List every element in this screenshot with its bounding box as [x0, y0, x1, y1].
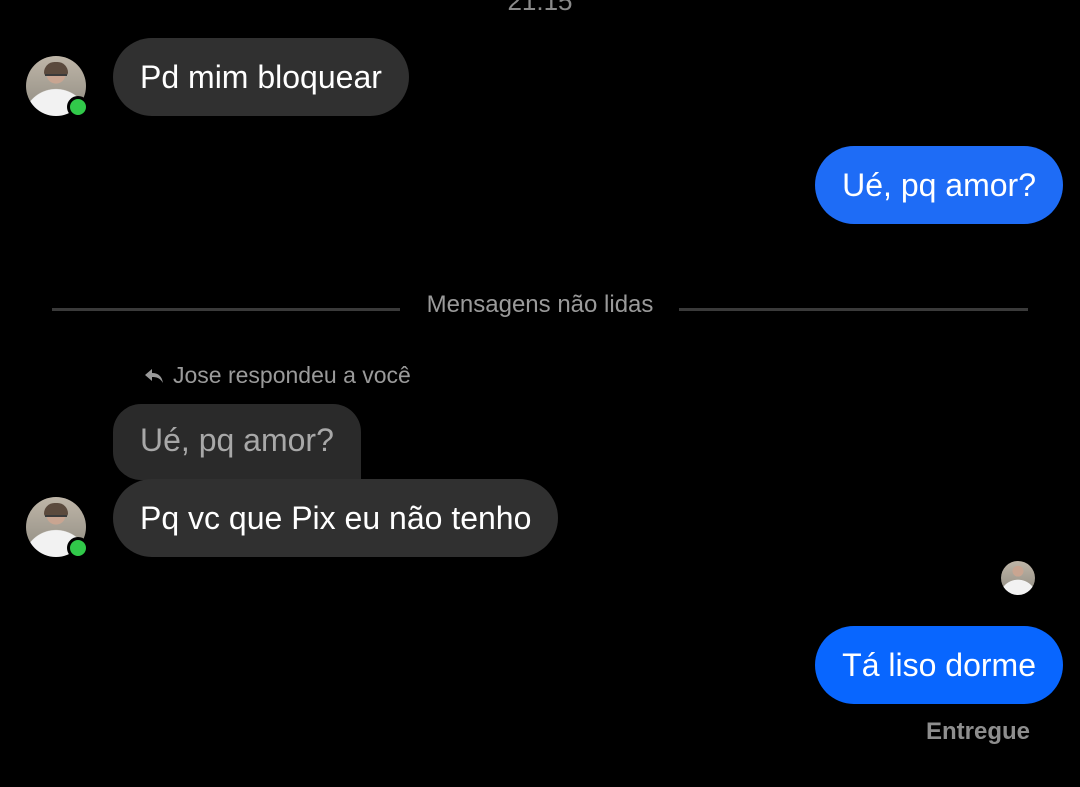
incoming-message-bubble[interactable]: Pd mim bloquear [113, 38, 409, 116]
unread-divider-line-right [679, 308, 1028, 311]
reply-arrow-icon [143, 367, 165, 385]
reply-hint: Jose respondeu a você [143, 362, 411, 389]
delivery-status: Entregue [925, 718, 1030, 745]
quoted-message-bubble[interactable]: Ué, pq amor? [113, 404, 361, 480]
seen-by-avatar [1001, 561, 1035, 595]
online-status-dot [67, 96, 89, 118]
incoming-message-bubble[interactable]: Pq vc que Pix eu não tenho [113, 479, 559, 557]
unread-divider-label: Mensagens não lidas [426, 291, 654, 318]
outgoing-message-bubble[interactable]: Tá liso dorme [815, 626, 1063, 704]
outgoing-message-bubble[interactable]: Ué, pq amor? [815, 146, 1063, 224]
online-status-dot [67, 537, 89, 559]
chat-timestamp: 21:15 [507, 0, 573, 16]
reply-hint-text: Jose respondeu a você [173, 362, 411, 388]
